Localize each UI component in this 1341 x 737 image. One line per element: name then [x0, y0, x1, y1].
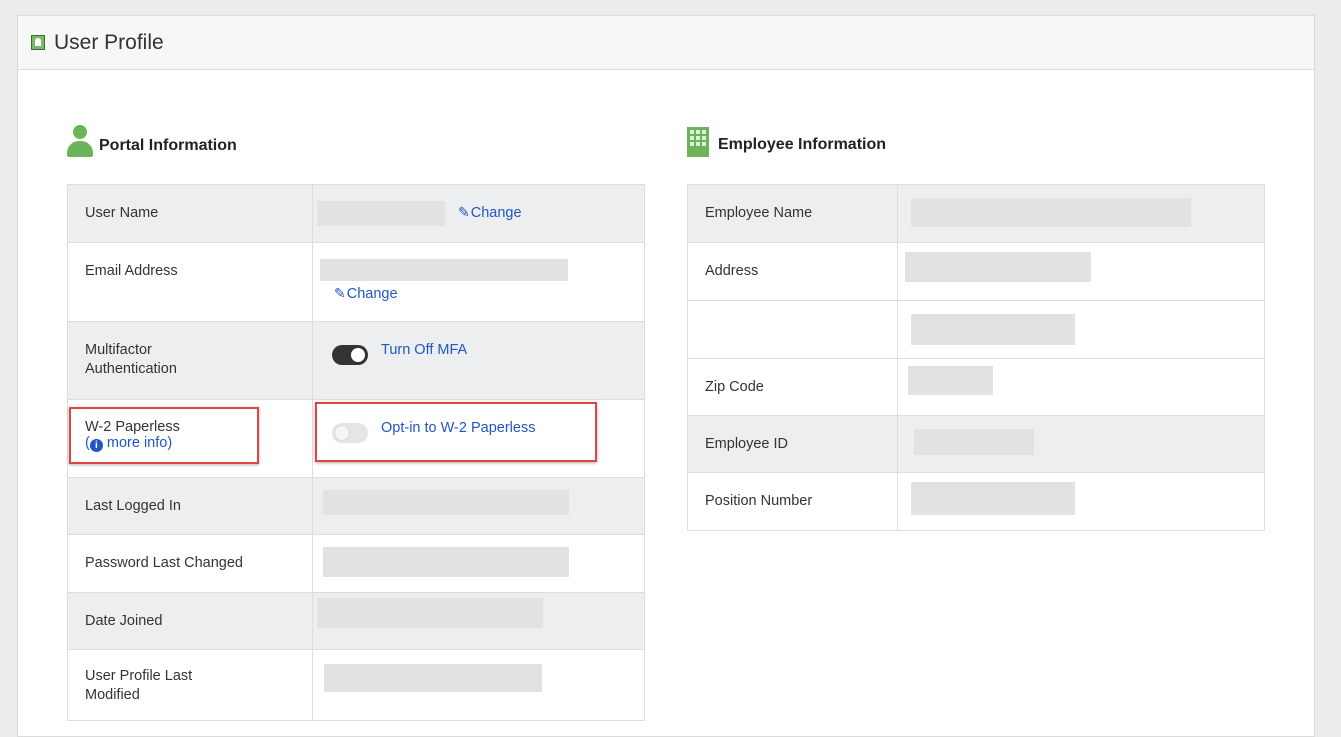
highlight-w2-toggle: [315, 402, 597, 462]
user-name-label: User Name: [85, 205, 159, 221]
address-value: [905, 252, 1091, 282]
turn-off-mfa-link[interactable]: Turn Off MFA: [381, 342, 467, 358]
employee-name-label: Employee Name: [705, 205, 813, 221]
page-title: User Profile: [54, 30, 164, 54]
date-joined-value: [317, 598, 543, 628]
portal-information-title: Portal Information: [99, 137, 237, 154]
last-logged-in-value: [323, 490, 569, 515]
address-label: Address: [705, 263, 759, 279]
table-row: Employee Name: [687, 184, 1265, 243]
panel-header: User Profile: [18, 16, 1314, 70]
email-address-value: [320, 259, 568, 281]
change-email-link[interactable]: ✎Change: [334, 285, 398, 302]
address-line2-value: [911, 314, 1075, 345]
table-row: User Name ✎Change: [67, 184, 645, 243]
employee-id-value: [914, 429, 1034, 455]
password-last-changed-label: Password Last Changed: [85, 555, 243, 571]
employee-information-table: Employee Name Address Zip Code Employee …: [687, 184, 1265, 531]
email-address-label: Email Address: [85, 263, 178, 279]
last-logged-in-label: Last Logged In: [85, 498, 181, 514]
table-row: Employee ID: [687, 415, 1265, 473]
table-row: Email Address ✎Change: [67, 242, 645, 322]
table-row: User Profile Last Modified: [67, 649, 645, 721]
change-username-link[interactable]: ✎Change: [458, 204, 522, 221]
portal-information-heading: Portal Information: [67, 125, 237, 157]
table-row: Last Logged In: [67, 477, 645, 535]
table-row: Date Joined: [67, 592, 645, 650]
user-name-value: [317, 201, 445, 226]
mfa-toggle[interactable]: [332, 345, 368, 365]
table-row: Position Number: [687, 472, 1265, 531]
user-profile-last-modified-value: [324, 664, 542, 692]
zip-code-value: [908, 366, 993, 395]
highlight-w2-label: [69, 407, 259, 464]
table-row: Address: [687, 242, 1265, 301]
user-profile-last-modified-label: User Profile Last Modified: [85, 668, 193, 703]
edit-icon: ✎: [334, 285, 346, 301]
employee-name-value: [911, 198, 1191, 227]
table-row: Multifactor Authentication Turn Off MFA: [67, 321, 645, 400]
password-last-changed-value: [323, 547, 569, 577]
table-row: Zip Code: [687, 358, 1265, 416]
employee-id-label: Employee ID: [705, 436, 789, 452]
position-number-label: Position Number: [705, 493, 813, 509]
position-number-value: [911, 482, 1075, 515]
address-line2-label: [688, 301, 897, 320]
zip-code-label: Zip Code: [705, 379, 764, 395]
employee-information-title: Employee Information: [718, 136, 887, 153]
building-icon: [687, 127, 709, 157]
profile-card-icon: [31, 35, 45, 50]
person-icon: [67, 125, 93, 157]
edit-icon: ✎: [458, 204, 470, 220]
employee-information-heading: Employee Information: [687, 127, 886, 157]
table-row: [687, 300, 1265, 359]
date-joined-label: Date Joined: [85, 613, 163, 629]
table-row: Password Last Changed: [67, 534, 645, 593]
mfa-label: Multifactor Authentication: [85, 342, 177, 377]
